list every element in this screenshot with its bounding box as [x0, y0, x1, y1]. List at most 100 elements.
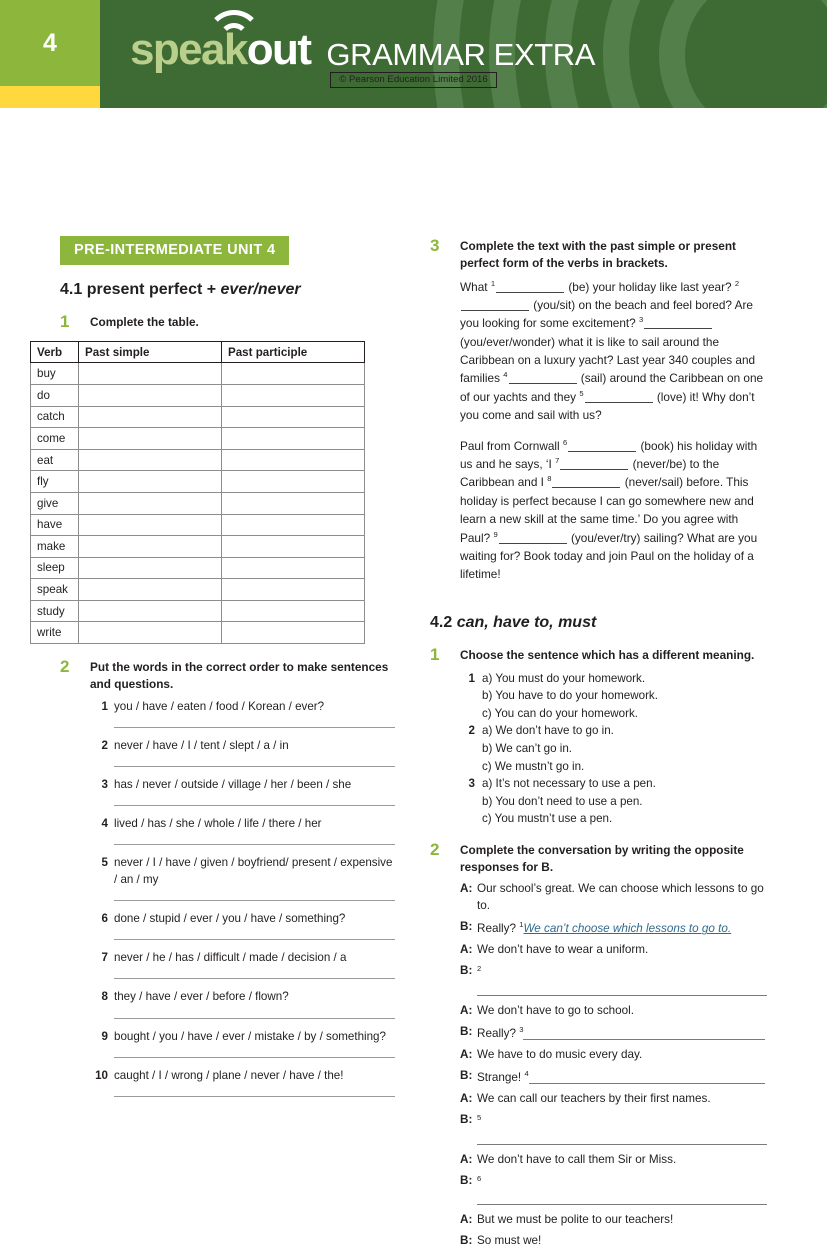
option-choice[interactable]: b) You have to do your homework. — [482, 687, 770, 705]
conversation-line: B: Really? 1We can’t choose which lessons… — [460, 919, 770, 938]
item-text[interactable]: done / stupid / ever / you / have / some… — [114, 911, 395, 941]
table-header-row: Verb Past simple Past participle — [30, 340, 365, 364]
answer-cell[interactable] — [221, 448, 365, 472]
answer-cell[interactable] — [78, 578, 222, 601]
answer-cell[interactable] — [78, 621, 222, 645]
speaker-label: B: — [460, 964, 473, 978]
item-text[interactable]: lived / has / she / whole / life / there… — [114, 816, 395, 846]
verb-cell: make — [30, 535, 79, 558]
answer-cell[interactable] — [78, 513, 222, 537]
answer-blank[interactable] — [498, 542, 567, 544]
table-row: do — [30, 383, 365, 407]
list-item: 10 caught / I / wrong / plane / never / h… — [90, 1068, 395, 1107]
conversation-line: B: Really? 3 — [460, 1024, 770, 1043]
answer-cell[interactable] — [221, 491, 365, 515]
answer-blank[interactable] — [560, 469, 629, 471]
option-choice[interactable]: b) We can’t go in. — [482, 740, 770, 758]
option-choice[interactable]: c) You mustn’t use a pen. — [482, 810, 770, 828]
table-row: have — [30, 513, 365, 537]
page-title: GRAMMAR EXTRA — [326, 37, 596, 72]
option-choice[interactable]: c) We mustn’t go in. — [482, 758, 770, 776]
speaker-label: A: — [460, 1091, 473, 1105]
answer-cell[interactable] — [78, 383, 222, 407]
answer-cell[interactable] — [221, 470, 365, 493]
answer-blank[interactable] — [528, 1082, 765, 1084]
conversation-line: A: Our school’s great. We can choose whic… — [460, 881, 770, 915]
wifi-icon — [202, 8, 266, 36]
gap-fill-paragraph-2: Paul from Cornwall 6 (book) his holiday … — [460, 437, 758, 582]
answer-cell[interactable] — [221, 427, 365, 450]
option-choice[interactable]: a) You must do your homework. — [482, 670, 770, 688]
answer-cell[interactable] — [78, 491, 222, 515]
line-text: We don’t have to wear a uniform. — [477, 943, 649, 957]
answer-cell[interactable] — [78, 599, 222, 623]
conversation-list: A: Our school’s great. We can choose whic… — [460, 881, 770, 1250]
answer-blank[interactable] — [508, 383, 577, 385]
item-text[interactable]: bought / you / have / ever / mistake / b… — [114, 1029, 395, 1058]
answer-cell[interactable] — [221, 383, 365, 407]
answer-cell[interactable] — [78, 470, 222, 493]
answer-blank[interactable] — [584, 401, 653, 403]
list-item: 1 a) You must do your homework. b) You hav… — [460, 670, 770, 723]
option-choice[interactable]: a) It’s not necessary to use a pen. — [482, 775, 770, 793]
speaker-label: A: — [460, 882, 473, 896]
answer-blank[interactable] — [523, 1038, 766, 1040]
answer-cell[interactable] — [78, 448, 222, 472]
answer-cell[interactable] — [78, 535, 222, 558]
gap-number: 5 — [579, 388, 584, 398]
answer-cell[interactable] — [221, 578, 365, 601]
answer-blank[interactable] — [568, 450, 637, 452]
brand-lockup: speakout GRAMMAR EXTRA — [130, 10, 596, 72]
item-number: 1 — [101, 699, 108, 713]
table-row: fly — [30, 470, 365, 493]
answer-cell[interactable] — [78, 556, 222, 580]
answer-blank[interactable] — [461, 309, 529, 311]
verb-cell: give — [30, 491, 79, 515]
answer-cell[interactable] — [78, 362, 222, 385]
answer-cell[interactable] — [221, 599, 365, 623]
item-text[interactable]: never / I / have / given / boyfriend/ pr… — [114, 855, 395, 901]
answer-blank[interactable] — [477, 1204, 767, 1206]
answer-blank[interactable] — [477, 1143, 767, 1145]
item-text[interactable]: you / have / eaten / food / Korean / eve… — [114, 699, 395, 728]
answer-cell[interactable] — [221, 621, 365, 645]
answer-blank[interactable] — [496, 291, 565, 293]
item-text[interactable]: never / have / I / tent / slept / a / in — [114, 738, 395, 767]
speaker-label: B: — [460, 1025, 473, 1039]
list-item: 3 a) It’s not necessary to use a pen. b) Y… — [460, 775, 770, 828]
item-text[interactable]: never / he / has / difficult / made / de… — [114, 950, 395, 980]
item-text[interactable]: has / never / outside / village / her / … — [114, 777, 395, 807]
item-number: 9 — [101, 1029, 108, 1043]
exercise-rubric: Complete the text with the past simple o… — [460, 239, 736, 270]
option-choice[interactable]: b) You don’t need to use a pen. — [482, 793, 770, 811]
answer-blank[interactable] — [552, 487, 621, 489]
answer-cell[interactable] — [221, 535, 365, 558]
gap-number: 6 — [477, 1173, 482, 1183]
answer-cell[interactable] — [78, 405, 222, 429]
verb-cell: study — [30, 599, 79, 623]
option-choice[interactable]: a) We don’t have to go in. — [482, 722, 770, 740]
answer-cell[interactable] — [221, 362, 365, 385]
item-text[interactable]: caught / I / wrong / plane / never / hav… — [114, 1068, 395, 1097]
list-item: 2 a) We don’t have to go in. b) We can’t g… — [460, 722, 770, 775]
answer-cell[interactable] — [221, 405, 365, 429]
list-item: 5 never / I / have / given / boyfriend/ p… — [90, 855, 395, 910]
option-choice[interactable]: c) You can do your homework. — [482, 705, 770, 723]
gap-number: 7 — [555, 456, 560, 466]
speakout-logo: speakout — [130, 10, 312, 72]
answer-blank[interactable] — [477, 995, 767, 997]
answer-blank[interactable] — [644, 328, 713, 330]
speaker-label: A: — [460, 1213, 473, 1227]
multiple-choice-list: 1 a) You must do your homework. b) You hav… — [460, 670, 770, 828]
line-text: So must we! — [477, 1234, 542, 1248]
gap-fill-paragraph-1: What 1 (be) your holiday like last year?… — [460, 278, 764, 423]
sample-answer: We can’t choose which lessons to go to. — [523, 922, 732, 936]
answer-cell[interactable] — [78, 427, 222, 450]
exercise-number: 2 — [60, 657, 70, 677]
answer-cell[interactable] — [221, 556, 365, 580]
conversation-line: B: 5 — [460, 1112, 770, 1148]
speaker-label: B: — [460, 1068, 473, 1082]
item-text[interactable]: they / have / ever / before / flown? — [114, 989, 395, 1019]
list-item: 7 never / he / has / difficult / made / d… — [90, 950, 395, 989]
answer-cell[interactable] — [221, 513, 365, 537]
